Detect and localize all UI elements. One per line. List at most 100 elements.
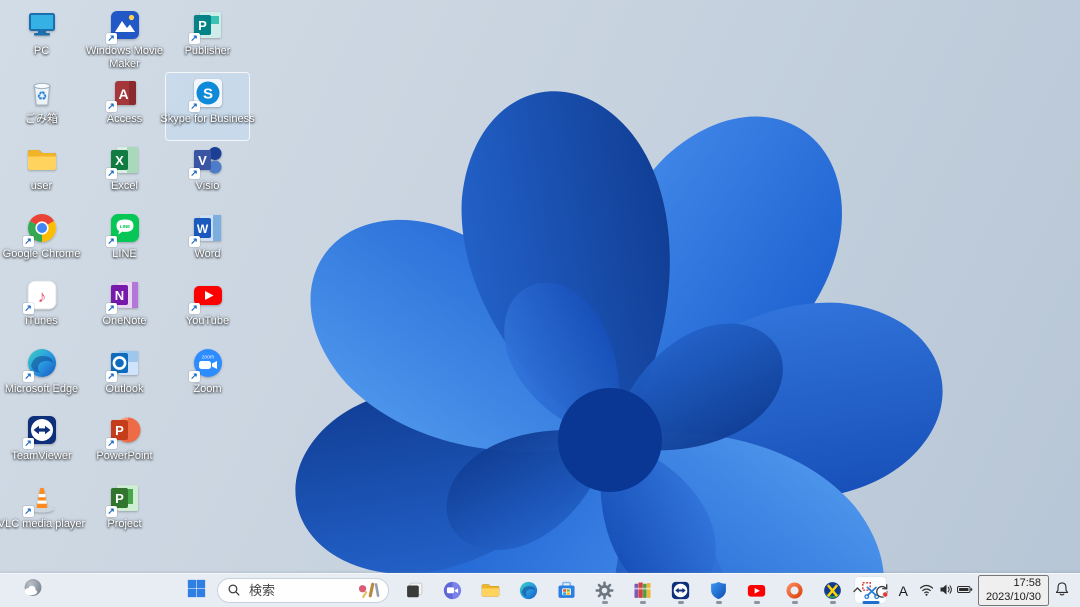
desktop-icon-label: Visio: [195, 180, 220, 192]
teamviewer-icon: ↗: [22, 413, 59, 449]
desktop-icon-youtube[interactable]: ↗ YouTube: [166, 275, 249, 342]
clock-time: 17:58: [1013, 576, 1041, 589]
shortcut-arrow-icon: ↗: [188, 168, 200, 179]
taskbar-teamviewer-button[interactable]: [664, 576, 697, 604]
shortcut-arrow-icon: ↗: [105, 303, 117, 314]
teamviewer-icon: [670, 579, 691, 602]
desktop-icon-outlook[interactable]: ↗ Outlook: [83, 343, 166, 410]
battery-icon: [956, 581, 973, 601]
x-app-icon: [822, 579, 843, 602]
skype-for-business-icon: S ↗: [188, 76, 225, 112]
running-indicator: [753, 601, 760, 604]
taskbar-edge-button[interactable]: [512, 576, 545, 604]
pc-icon: [25, 8, 59, 42]
shortcut-arrow-icon: ↗: [22, 303, 34, 314]
desktop-icon-publisher[interactable]: P ↗ Publisher: [166, 5, 249, 72]
shortcut-arrow-icon: ↗: [22, 370, 34, 382]
project-icon: P ↗: [105, 481, 142, 517]
svg-text:♪: ♪: [37, 287, 46, 306]
youtube-icon: ↗: [188, 278, 225, 314]
line-icon: LINE ↗: [105, 211, 142, 247]
desktop-icon-vlc[interactable]: ↗ VLC media player: [0, 478, 85, 545]
taskbar-chat-button[interactable]: [436, 576, 469, 604]
taskbar-file-explorer-button[interactable]: [474, 576, 507, 604]
desktop-icon-line[interactable]: LINE ↗ LINE: [83, 208, 166, 275]
desktop-icon-zoom[interactable]: zoom ↗ Zoom: [166, 343, 249, 410]
desktop-icon-pc[interactable]: PC: [0, 5, 83, 72]
desktop-icon-powerpoint[interactable]: P ↗ PowerPoint: [83, 410, 166, 477]
widgets-weather-button[interactable]: [14, 576, 52, 604]
desktop-icon-skype-for-business[interactable]: S ↗ Skype for Business: [160, 71, 255, 141]
svg-text:N: N: [114, 288, 123, 303]
taskbar-x-app-button[interactable]: [816, 576, 849, 604]
taskbar-center-group: [180, 576, 887, 604]
desktop-icon-area: PC ♻ ごみ箱 user ↗ Google Chrome ♪ ↗ iTunes ↗ Microso…: [0, 0, 1080, 574]
recycle-bin-icon: ♻: [25, 76, 59, 110]
shortcut-arrow-icon: ↗: [22, 438, 34, 449]
desktop-icon-movie-maker[interactable]: ↗ Windows Movie Maker: [83, 5, 166, 72]
bell-icon: [1053, 580, 1071, 601]
desktop-icon-excel[interactable]: X ↗ Excel: [83, 140, 166, 207]
taskbar-winrar-button[interactable]: [626, 576, 659, 604]
start-button[interactable]: [180, 576, 212, 604]
clock[interactable]: 17:58 2023/10/30: [977, 574, 1049, 607]
taskbar-youtube-button[interactable]: [740, 576, 773, 604]
shortcut-arrow-icon: ↗: [105, 100, 117, 112]
vlc-icon: ↗: [22, 481, 59, 517]
desktop-icon-label: Skype for Business: [160, 112, 255, 125]
svg-text:LINE: LINE: [119, 223, 129, 228]
svg-text:P: P: [198, 18, 207, 33]
edge-icon: [518, 579, 539, 602]
svg-text:P: P: [115, 491, 124, 506]
chevron-up-icon: [849, 581, 866, 601]
desktop-icon-project[interactable]: P ↗ Project: [83, 478, 166, 545]
file-explorer-icon: [480, 579, 501, 602]
update-restart-icon[interactable]: [870, 578, 893, 604]
windows-desktop: PC ♻ ごみ箱 user ↗ Google Chrome ♪ ↗ iTunes ↗ Microso…: [0, 0, 1080, 607]
desktop-icon-onenote[interactable]: N ↗ OneNote: [83, 275, 166, 342]
desktop-icon-visio[interactable]: V ↗ Visio: [166, 140, 249, 207]
running-indicator: [829, 601, 836, 604]
shortcut-arrow-icon: ↗: [105, 33, 117, 44]
desktop-icon-label: Word: [194, 247, 221, 260]
taskbar: A 17:58 2023/10/30: [0, 573, 1080, 607]
desktop-icon-label: YouTube: [185, 315, 230, 327]
powerpoint-icon: P ↗: [105, 413, 142, 449]
taskbar-task-view-button[interactable]: [398, 576, 431, 604]
desktop-icon-user-folder[interactable]: user: [0, 140, 83, 207]
google-chrome-icon: ↗: [22, 211, 59, 247]
movie-maker-icon: ↗: [105, 8, 142, 44]
desktop-icon-access[interactable]: A ↗ Access: [83, 73, 166, 140]
svg-text:♻: ♻: [36, 89, 47, 103]
search-icon: [228, 584, 240, 596]
onenote-icon: N ↗: [105, 278, 142, 314]
youtube-icon: [746, 579, 767, 602]
taskbar-settings-button[interactable]: [588, 576, 621, 604]
desktop-icon-google-chrome[interactable]: ↗ Google Chrome: [0, 208, 83, 275]
desktop-icon-word[interactable]: W ↗ Word: [166, 208, 249, 275]
taskbar-office-button[interactable]: [778, 576, 811, 604]
word-icon: W ↗: [188, 211, 225, 247]
zoom-icon: zoom ↗: [188, 346, 225, 382]
desktop-icon-itunes[interactable]: ♪ ↗ iTunes: [0, 275, 83, 342]
system-tray: A 17:58 2023/10/30: [846, 574, 1074, 607]
taskbar-defender-button[interactable]: [702, 576, 735, 604]
shortcut-arrow-icon: ↗: [105, 370, 117, 382]
desktop-icon-microsoft-edge[interactable]: ↗ Microsoft Edge: [0, 343, 83, 410]
defender-icon: [708, 579, 729, 602]
microsoft-edge-icon: ↗: [22, 346, 59, 382]
hidden-icons-button[interactable]: [846, 578, 869, 604]
notification-center-button[interactable]: [1050, 578, 1074, 604]
desktop-icon-recycle-bin[interactable]: ♻ ごみ箱: [0, 73, 83, 140]
search-input[interactable]: [247, 581, 349, 599]
publisher-icon: P ↗: [188, 8, 225, 44]
taskbar-app-icons: [398, 576, 887, 604]
running-indicator: [601, 601, 608, 604]
ime-indicator[interactable]: A: [894, 578, 913, 604]
search-box[interactable]: [217, 577, 389, 603]
desktop-icon-teamviewer[interactable]: ↗ TeamViewer: [0, 410, 83, 477]
taskbar-store-button[interactable]: [550, 576, 583, 604]
weather-cloudy-icon: [20, 576, 46, 605]
quick-settings-button[interactable]: [914, 578, 977, 604]
running-indicator: [791, 601, 798, 604]
